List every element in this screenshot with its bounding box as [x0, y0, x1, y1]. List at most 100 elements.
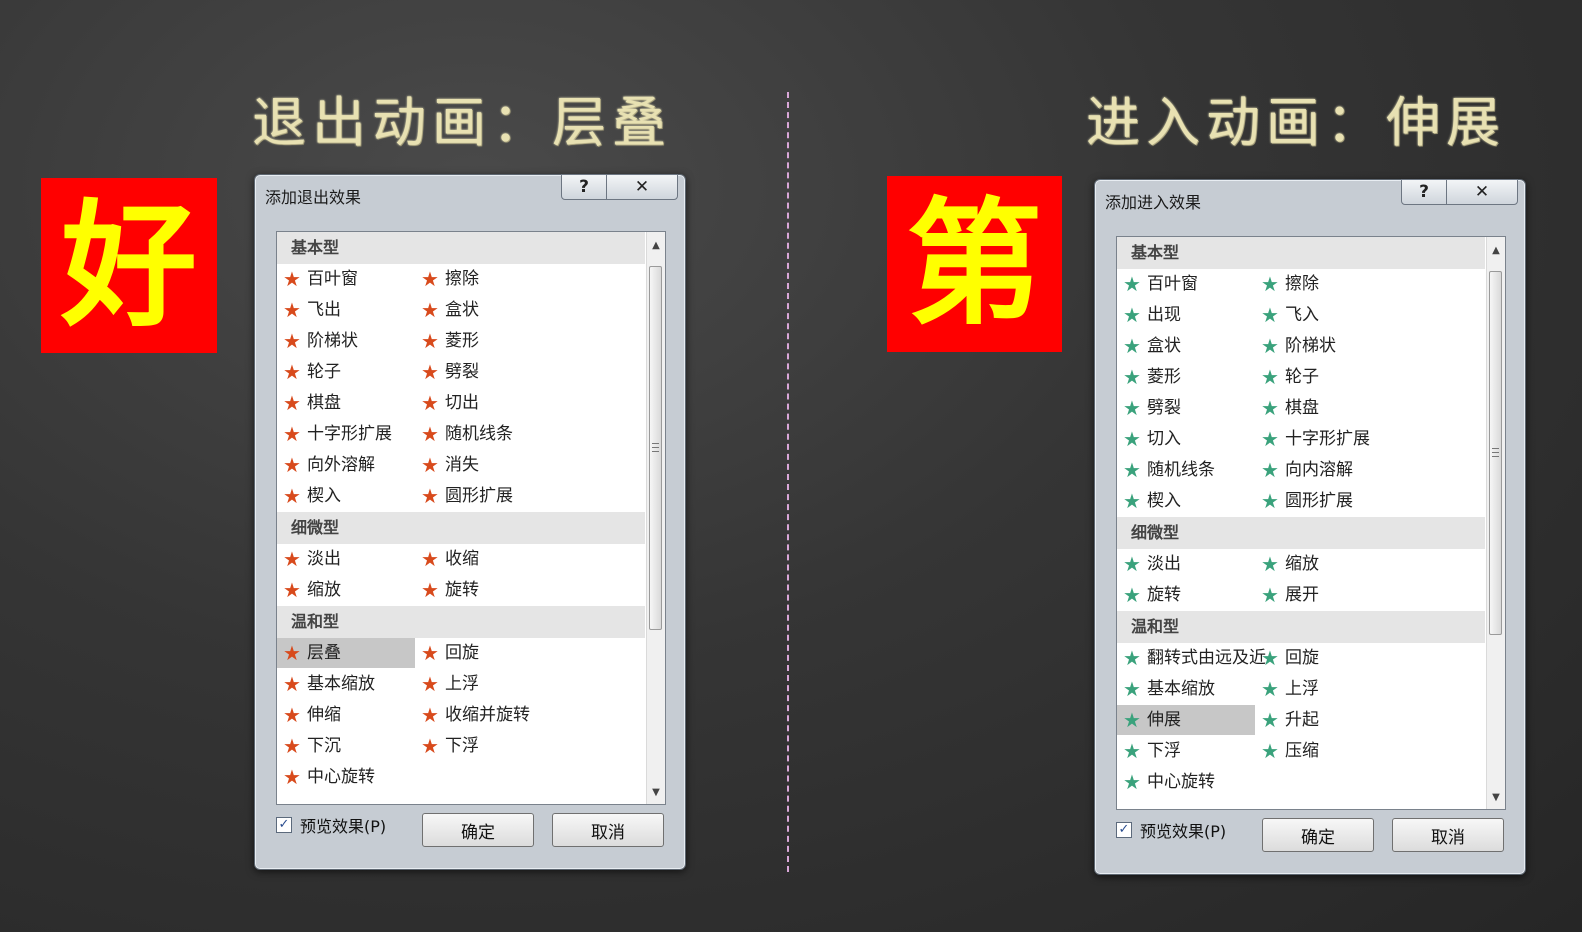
effect-item[interactable]: ★ 消失 — [415, 450, 641, 480]
cancel-button[interactable]: 取消 — [1392, 818, 1504, 852]
effect-item[interactable]: ★ 向内溶解 — [1255, 455, 1481, 485]
scroll-down-icon[interactable]: ▼ — [647, 787, 665, 798]
scroll-thumb[interactable] — [1489, 271, 1502, 635]
effect-item[interactable]: ★ 随机线条 — [1117, 455, 1255, 485]
effect-item[interactable]: ★ 压缩 — [1255, 736, 1481, 766]
effect-item[interactable]: ★ 下浮 — [1117, 736, 1255, 766]
effect-item[interactable]: ★ 菱形 — [415, 326, 641, 356]
effect-item[interactable]: ★ 升起 — [1255, 705, 1481, 735]
effect-item[interactable]: ★ 棋盘 — [1255, 393, 1481, 423]
effect-item[interactable]: ★ 百叶窗 — [1117, 269, 1255, 299]
effect-item[interactable]: ★ 擦除 — [415, 264, 641, 294]
ok-button[interactable]: 确定 — [422, 813, 534, 847]
effect-item[interactable]: ★ 阶梯状 — [1255, 331, 1481, 361]
effect-item-label: 百叶窗 — [307, 269, 358, 289]
effect-item-label: 劈裂 — [1147, 398, 1181, 418]
effect-item[interactable]: ★ 盒状 — [415, 295, 641, 325]
ok-button[interactable]: 确定 — [1262, 818, 1374, 852]
scroll-down-icon[interactable]: ▼ — [1487, 792, 1505, 803]
effect-item[interactable]: ★ 棋盘 — [277, 388, 415, 418]
effect-item[interactable]: ★ 随机线条 — [415, 419, 641, 449]
effect-item[interactable]: ★ 盒状 — [1117, 331, 1255, 361]
effect-item[interactable]: ★ 百叶窗 — [277, 264, 415, 294]
help-button[interactable]: ? — [561, 174, 607, 200]
effect-item[interactable]: ★ 回旋 — [1255, 643, 1481, 673]
effect-item[interactable]: ★ 层叠 — [277, 638, 415, 668]
effect-item[interactable]: ★ 上浮 — [415, 669, 641, 699]
effect-item[interactable]: ★ 圆形扩展 — [1255, 486, 1481, 516]
scroll-up-icon[interactable]: ▲ — [1487, 245, 1505, 256]
close-button[interactable]: ✕ — [606, 174, 678, 200]
effect-item[interactable]: ★ 旋转 — [415, 575, 641, 605]
effect-item-label: 盒状 — [1147, 336, 1181, 356]
effect-item[interactable]: ★ 下浮 — [415, 731, 641, 761]
preview-checkbox[interactable]: ✓ — [1116, 822, 1132, 838]
effect-item[interactable]: ★ 下沉 — [277, 731, 415, 761]
effect-item[interactable]: ★ 劈裂 — [1117, 393, 1255, 423]
scroll-thumb[interactable] — [649, 266, 662, 630]
effect-item[interactable]: ★ 旋转 — [1117, 580, 1255, 610]
effect-item[interactable]: ★ 轮子 — [1255, 362, 1481, 392]
scroll-up-icon[interactable]: ▲ — [647, 240, 665, 251]
effect-item-label: 旋转 — [1147, 585, 1181, 605]
effect-item-label: 淡出 — [1147, 554, 1181, 574]
preview-checkbox-row[interactable]: ✓ 预览效果(P) — [276, 813, 386, 837]
effect-item[interactable]: ★ 伸展 — [1117, 705, 1255, 735]
star-icon: ★ — [1261, 365, 1279, 389]
close-button[interactable]: ✕ — [1446, 179, 1518, 205]
effect-item-label: 菱形 — [445, 331, 479, 351]
effect-item[interactable]: ★ 伸缩 — [277, 700, 415, 730]
effect-item[interactable]: ★ 收缩 — [415, 544, 641, 574]
star-icon: ★ — [1261, 489, 1279, 513]
effect-item[interactable]: ★ 中心旋转 — [277, 762, 415, 792]
effect-item[interactable]: ★ 淡出 — [1117, 549, 1255, 579]
effect-item[interactable]: ★ 阶梯状 — [277, 326, 415, 356]
scrollbar[interactable]: ▲ ▼ — [646, 232, 665, 804]
preview-checkbox-row[interactable]: ✓ 预览效果(P) — [1116, 818, 1226, 842]
effect-item[interactable]: ★ 向外溶解 — [277, 450, 415, 480]
preview-checkbox[interactable]: ✓ — [276, 817, 292, 833]
effect-item[interactable]: ★ 菱形 — [1117, 362, 1255, 392]
effect-item[interactable]: ★ 圆形扩展 — [415, 481, 641, 511]
effect-item[interactable]: ★ 基本缩放 — [277, 669, 415, 699]
effect-item[interactable]: ★ 上浮 — [1255, 674, 1481, 704]
star-icon: ★ — [283, 391, 301, 415]
effect-item[interactable]: ★ 劈裂 — [415, 357, 641, 387]
star-icon: ★ — [1123, 458, 1141, 482]
cancel-button[interactable]: 取消 — [552, 813, 664, 847]
effect-item-label: 中心旋转 — [307, 767, 375, 787]
effect-item[interactable]: ★ 轮子 — [277, 357, 415, 387]
effect-item[interactable]: ★ 飞出 — [277, 295, 415, 325]
effect-item[interactable]: ★ 擦除 — [1255, 269, 1481, 299]
effect-item[interactable]: ★ 十字形扩展 — [1255, 424, 1481, 454]
preview-label: 预览效果(P) — [300, 817, 387, 836]
exit-effect-dialog: 添加退出效果 ? ✕ 基本型 ★ 百叶窗 ★ 擦除 ★ 飞出 ★ 盒状 ★ 阶梯状 ★ 菱形 ★ 轮子 ★ 劈裂… — [254, 174, 686, 870]
effect-item[interactable]: ★ 回旋 — [415, 638, 641, 668]
effect-item[interactable]: ★ 切入 — [1117, 424, 1255, 454]
star-icon: ★ — [421, 484, 439, 508]
star-icon: ★ — [283, 329, 301, 353]
star-icon: ★ — [283, 672, 301, 696]
effect-item[interactable]: ★ 缩放 — [1255, 549, 1481, 579]
effect-item-label: 下浮 — [1147, 741, 1181, 761]
effect-item[interactable]: ★ 淡出 — [277, 544, 415, 574]
effect-item[interactable]: ★ 楔入 — [277, 481, 415, 511]
effect-item[interactable]: ★ 十字形扩展 — [277, 419, 415, 449]
effect-item[interactable]: ★ 飞入 — [1255, 300, 1481, 330]
effect-item[interactable]: ★ 展开 — [1255, 580, 1481, 610]
effect-item[interactable]: ★ 中心旋转 — [1117, 767, 1255, 797]
star-icon: ★ — [1123, 365, 1141, 389]
effect-item-label: 飞出 — [307, 300, 341, 320]
effect-item[interactable]: ★ 缩放 — [277, 575, 415, 605]
effect-item[interactable]: ★ 出现 — [1117, 300, 1255, 330]
effect-item[interactable]: ★ 基本缩放 — [1117, 674, 1255, 704]
effect-item[interactable]: ★ 收缩并旋转 — [415, 700, 641, 730]
effect-item-label: 圆形扩展 — [445, 486, 513, 506]
effect-item[interactable]: ★ 楔入 — [1117, 486, 1255, 516]
group-header: 温和型 — [1117, 611, 1485, 643]
help-button[interactable]: ? — [1401, 179, 1447, 205]
effect-item[interactable]: ★ 切出 — [415, 388, 641, 418]
star-icon: ★ — [421, 672, 439, 696]
scrollbar[interactable]: ▲ ▼ — [1486, 237, 1505, 809]
effect-item[interactable]: ★ 翻转式由远及近 — [1117, 643, 1266, 673]
